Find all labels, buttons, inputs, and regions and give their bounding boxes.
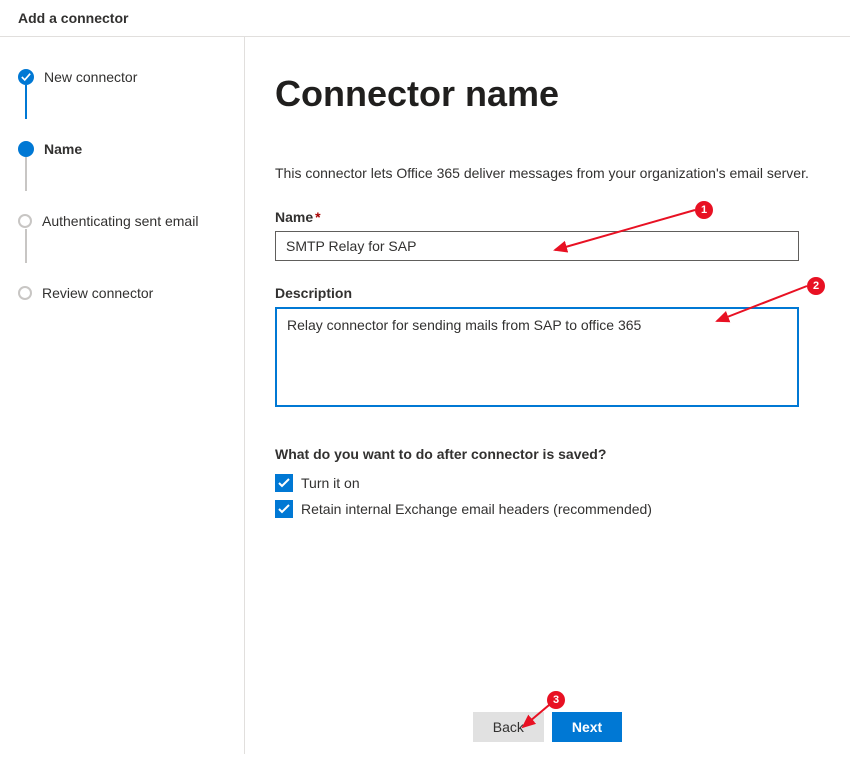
dialog-title: Add a connector [18,10,128,26]
checkbox-icon[interactable] [275,500,293,518]
checkbox-icon[interactable] [275,474,293,492]
step-label: Authenticating sent email [42,213,198,229]
description-textarea[interactable] [275,307,799,407]
check-icon [18,69,34,85]
page-title: Connector name [275,73,820,115]
step-connector-line [25,229,27,263]
step-authenticating-sent-email[interactable]: Authenticating sent email [18,211,226,231]
after-save-question: What do you want to do after connector i… [275,446,820,462]
checkbox-label: Turn it on [301,475,360,491]
annotation-badge-3: 3 [547,691,565,709]
upcoming-step-circle-icon [18,214,32,228]
name-label: Name* [275,209,820,225]
step-label: Name [44,141,82,157]
name-input[interactable] [275,231,799,261]
step-name[interactable]: Name [18,139,226,159]
step-connector-line [25,85,27,119]
step-label: New connector [44,69,137,85]
step-review-connector[interactable]: Review connector [18,283,226,303]
wizard-steps-sidebar: New connector Name Authenticating sent e… [0,37,245,754]
wizard-footer: Back Next [245,712,850,742]
dialog-body: New connector Name Authenticating sent e… [0,37,850,754]
step-new-connector[interactable]: New connector [18,67,226,87]
step-label: Review connector [42,285,153,301]
back-button[interactable]: Back [473,712,544,742]
name-field: Name* [275,209,820,261]
intro-text: This connector lets Office 365 deliver m… [275,165,820,181]
upcoming-step-circle-icon [18,286,32,300]
wizard-content: Connector name This connector lets Offic… [245,37,850,754]
next-button[interactable]: Next [552,712,622,742]
current-step-dot-icon [18,141,34,157]
checkbox-label: Retain internal Exchange email headers (… [301,501,652,517]
dialog-header: Add a connector [0,0,850,37]
name-label-text: Name [275,209,313,225]
checkbox-retain-headers[interactable]: Retain internal Exchange email headers (… [275,500,820,518]
step-connector-line [25,157,27,191]
required-asterisk-icon: * [315,209,320,225]
description-field: Description [275,285,820,410]
checkbox-turn-it-on[interactable]: Turn it on [275,474,820,492]
description-label: Description [275,285,820,301]
